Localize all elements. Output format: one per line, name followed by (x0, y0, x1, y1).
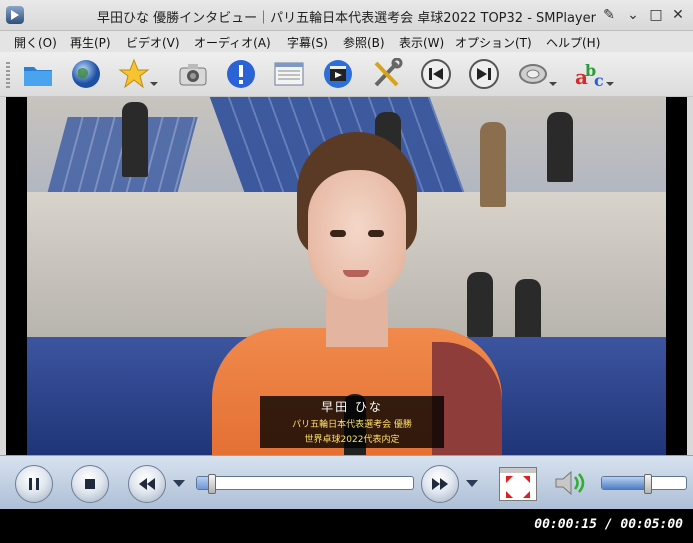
close-icon[interactable]: ✕ (670, 7, 686, 23)
background-person (122, 102, 148, 177)
pin-icon[interactable]: ✎ (601, 7, 617, 23)
toolbar-grip[interactable] (6, 62, 10, 88)
background-person (515, 279, 541, 339)
subtitles-dropdown-icon[interactable] (606, 82, 614, 86)
menu-help[interactable]: ヘルプ(H) (546, 34, 600, 51)
video-area[interactable]: 早田 ひな パリ五輪日本代表選考会 優勝 世界卓球2022代表内定 (6, 97, 687, 455)
background-person (547, 112, 573, 182)
subtitles-abc-icon[interactable]: abc (574, 58, 614, 90)
seek-bar-handle[interactable] (208, 474, 216, 494)
interviewee-face (308, 170, 406, 300)
playlist-icon[interactable] (273, 58, 305, 90)
previous-track-icon[interactable] (420, 58, 452, 90)
control-bar (0, 455, 693, 509)
mute-speaker-icon[interactable] (552, 466, 586, 500)
title-bar: 早田ひな 優勝インタビュー｜パリ五輪日本代表選考会 卓球2022 TOP32 -… (0, 0, 693, 31)
audio-track-dropdown-icon[interactable] (549, 82, 557, 86)
status-bar: 00:00:15 / 00:05:00 (0, 509, 693, 543)
pause-button[interactable] (15, 465, 53, 503)
audio-track-icon[interactable] (517, 58, 557, 90)
preferences-tools-icon[interactable] (371, 57, 403, 90)
caption-line-2: 世界卓球2022代表内定 (304, 435, 400, 445)
interviewee-neck (326, 292, 388, 347)
rewind-button[interactable] (128, 465, 166, 503)
screenshot-camera-icon[interactable] (177, 58, 209, 90)
info-icon[interactable] (225, 58, 257, 90)
volume-slider[interactable] (601, 474, 687, 494)
favorites-dropdown-icon[interactable] (150, 82, 158, 86)
menu-open[interactable]: 開く(O) (14, 34, 57, 51)
forward-button[interactable] (421, 465, 459, 503)
volume-level (602, 477, 644, 489)
pause-icon (29, 478, 39, 490)
stop-icon (85, 479, 95, 489)
volume-slider-handle[interactable] (644, 474, 652, 494)
menu-video[interactable]: ビデオ(V) (126, 34, 180, 51)
menu-bar: 開く(O) 再生(P) ビデオ(V) オーディオ(A) 字幕(S) 参照(B) … (0, 31, 693, 52)
open-folder-icon[interactable] (22, 58, 54, 90)
stop-button[interactable] (71, 465, 109, 503)
maximize-icon[interactable]: □ (648, 7, 664, 23)
forward-icon (432, 478, 448, 490)
caption-line-1: パリ五輪日本代表選考会 優勝 (292, 420, 412, 430)
menu-subtitles[interactable]: 字幕(S) (287, 34, 328, 51)
seek-bar-progress (197, 477, 208, 489)
menu-play[interactable]: 再生(P) (70, 34, 111, 51)
interviewee-eye (368, 230, 384, 237)
svg-text:c: c (594, 71, 604, 90)
seek-bar[interactable] (196, 474, 414, 494)
favorites-star-icon[interactable] (118, 58, 158, 90)
time-display: 00:00:15 / 00:05:00 (534, 517, 683, 532)
toolbar: abc (0, 52, 693, 97)
fullscreen-icon (500, 468, 536, 498)
next-track-icon[interactable] (468, 58, 500, 90)
caption-name: 早田 ひな (321, 400, 383, 414)
open-url-globe-icon[interactable] (70, 58, 102, 90)
forward-dropdown-icon[interactable] (466, 480, 478, 487)
menu-view[interactable]: 表示(W) (399, 34, 444, 51)
rewind-icon (139, 478, 155, 490)
interviewee-mouth (343, 270, 369, 277)
menu-options[interactable]: オプション(T) (455, 34, 532, 51)
minimize-icon[interactable]: ⌄ (625, 7, 641, 23)
window-title: 早田ひな 優勝インタビュー｜パリ五輪日本代表選考会 卓球2022 TOP32 -… (97, 11, 596, 26)
lower-third-caption: 早田 ひな パリ五輪日本代表選考会 優勝 世界卓球2022代表内定 (260, 396, 444, 448)
fullscreen-button[interactable] (499, 467, 537, 501)
menu-browse[interactable]: 参照(B) (343, 34, 385, 51)
rewind-dropdown-icon[interactable] (173, 480, 185, 487)
menu-audio[interactable]: オーディオ(A) (194, 34, 271, 51)
video-clapper-icon[interactable] (322, 58, 354, 90)
interviewee-eye (330, 230, 346, 237)
